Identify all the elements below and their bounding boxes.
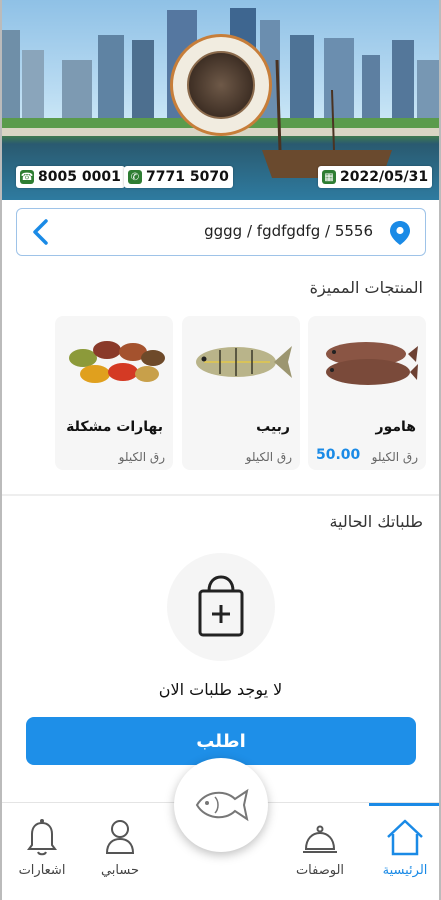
product-image (326, 342, 418, 385)
date-badge: ▦ 2022/05/31 (318, 166, 433, 188)
back-chevron-icon[interactable] (29, 217, 57, 247)
product-name: ربيب (256, 419, 290, 435)
header-banner: ☎ 8005 0001 ✆ 7771 5070 ▦ 2022/05/31 (2, 0, 439, 200)
fish-icon (195, 788, 249, 822)
product-card[interactable]: ربيب رق الكيلو (182, 316, 300, 470)
product-price: 50.00 (316, 447, 361, 463)
date-text: 2022/05/31 (340, 169, 429, 185)
whatsapp-icon: ✆ (128, 170, 142, 184)
home-icon (387, 819, 423, 856)
product-unit: رق الكيلو (245, 450, 292, 464)
cloche-icon (303, 825, 337, 853)
fish-center-button[interactable] (174, 758, 268, 852)
app-screen: ☎ 8005 0001 ✆ 7771 5070 ▦ 2022/05/31 ggg… (0, 0, 441, 900)
orders-title: طلباتك الحالية (329, 512, 423, 531)
address-text: gggg / fgdfgdfg / 5556 (204, 222, 373, 240)
empty-orders-text: لا يوجد طلبات الان (158, 680, 283, 699)
user-icon (105, 820, 135, 854)
product-card[interactable]: بهارات مشكلة رق الكيلو (55, 316, 173, 470)
location-pin-icon (389, 220, 411, 250)
brand-logo (170, 34, 272, 136)
shopping-bag-plus-icon (198, 575, 244, 637)
product-name: بهارات مشكلة (66, 419, 163, 435)
nav-label: اشعارات (18, 863, 66, 878)
address-bar[interactable]: gggg / fgdfgdfg / 5556 (16, 208, 426, 256)
whatsapp-badge[interactable]: ✆ 7771 5070 (124, 166, 233, 188)
product-unit: رق الكيلو (118, 450, 165, 464)
product-image (196, 346, 292, 378)
nav-label: حسابي (100, 863, 140, 878)
section-divider (2, 494, 439, 496)
phone-badge[interactable]: ☎ 8005 0001 (16, 166, 125, 188)
product-name: هامور (375, 419, 416, 435)
whatsapp-number: 7771 5070 (146, 169, 229, 185)
product-card[interactable]: هامور رق الكيلو 50.00 (308, 316, 426, 470)
calendar-icon: ▦ (322, 170, 336, 184)
nav-label: الوصفات (295, 863, 345, 878)
featured-title: المنتجات المميزة (309, 278, 423, 297)
product-image (69, 341, 165, 383)
phone-icon: ☎ (20, 170, 34, 184)
phone-number: 8005 0001 (38, 169, 121, 185)
empty-orders-illustration (167, 553, 275, 661)
product-unit: رق الكيلو (371, 450, 418, 464)
bell-icon (27, 819, 57, 856)
nav-label: الرئيسية (382, 863, 428, 878)
logo-emblem (187, 51, 255, 119)
